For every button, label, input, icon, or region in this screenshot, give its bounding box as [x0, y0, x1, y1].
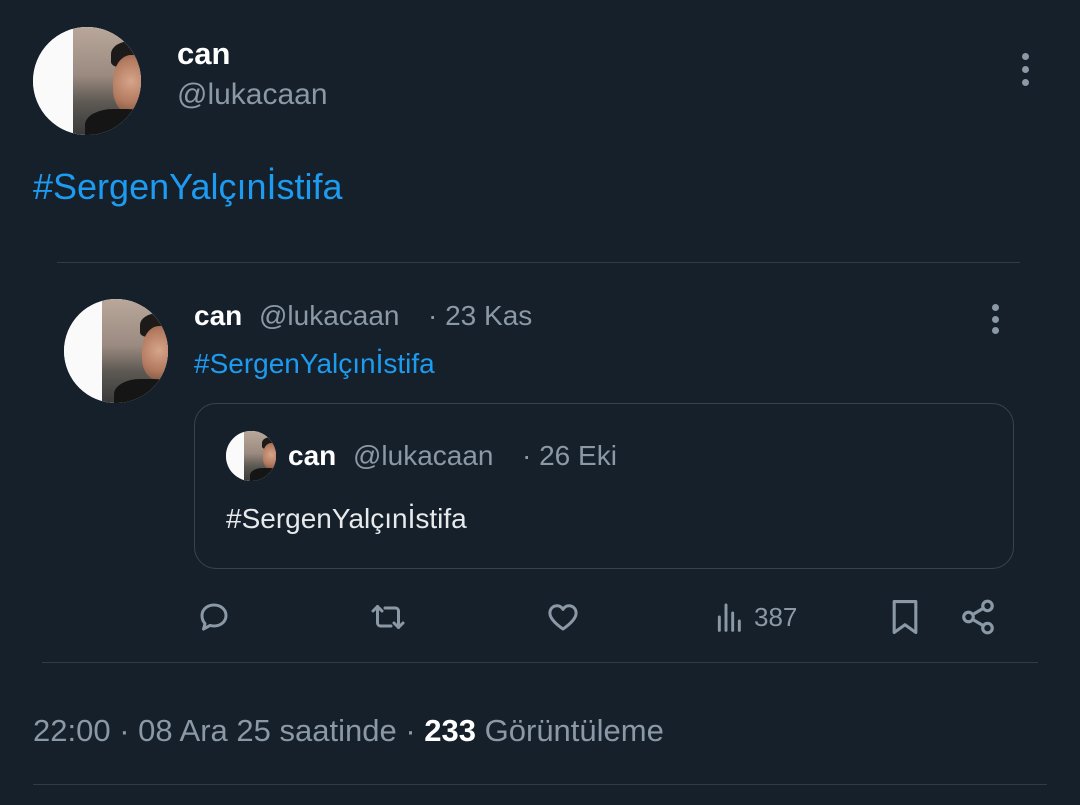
retweet-button[interactable]	[368, 599, 408, 635]
author-handle[interactable]: @lukacaan	[177, 78, 328, 112]
nested-author-avatar[interactable]	[226, 431, 276, 481]
tweet-metadata: 22:00 · 08 Ara 25 saatinde · 233 Görüntü…	[33, 713, 664, 749]
tweet-detail-page: can @lukacaan #SergenYalçınİstifa can @l…	[0, 0, 1080, 805]
like-icon	[548, 604, 578, 631]
views-button[interactable]: 387	[714, 601, 797, 633]
tweet-hashtag[interactable]: #SergenYalçınİstifa	[33, 166, 343, 208]
bookmark-button[interactable]	[888, 598, 922, 636]
share-button[interactable]	[959, 598, 997, 636]
share-icon	[962, 599, 994, 635]
quote-top-divider	[57, 262, 1020, 263]
views-icon	[717, 603, 741, 632]
footer-divider	[33, 784, 1047, 785]
meta-separator: ·	[119, 713, 130, 748]
bookmark-icon	[892, 600, 918, 634]
author-avatar[interactable]	[33, 27, 141, 135]
nested-author-handle[interactable]: @lukacaan	[353, 440, 494, 472]
nested-tweet-text: #SergenYalçınİstifa	[226, 503, 467, 534]
quote-bottom-divider	[42, 662, 1038, 663]
reply-button[interactable]	[196, 599, 232, 635]
nested-tweet-date[interactable]: · 26 Eki	[522, 440, 617, 472]
author-name[interactable]: can	[177, 36, 230, 72]
quoted-author-avatar[interactable]	[64, 299, 168, 403]
quoted-author-handle[interactable]: @lukacaan	[259, 300, 400, 332]
more-icon[interactable]	[1020, 53, 1030, 86]
tweet-time[interactable]: 22:00	[33, 713, 111, 748]
reply-icon	[200, 603, 228, 631]
quoted-tweet-date[interactable]: · 23 Kas	[428, 300, 532, 332]
views-label: Görüntüleme	[484, 713, 664, 748]
nested-quote-card[interactable]	[194, 403, 1014, 569]
quoted-author-name[interactable]: can	[194, 300, 242, 332]
views-count: 387	[754, 601, 798, 632]
meta-separator: ·	[405, 713, 416, 748]
tweet-date[interactable]: 08 Ara 25 saatinde	[138, 713, 397, 748]
retweet-icon	[371, 605, 405, 629]
quoted-more-icon[interactable]	[990, 304, 1000, 334]
like-button[interactable]	[545, 599, 581, 635]
nested-author-name[interactable]: can	[288, 440, 336, 472]
views-total: 233	[424, 713, 477, 748]
quoted-tweet-hashtag[interactable]: #SergenYalçınİstifa	[194, 348, 435, 380]
